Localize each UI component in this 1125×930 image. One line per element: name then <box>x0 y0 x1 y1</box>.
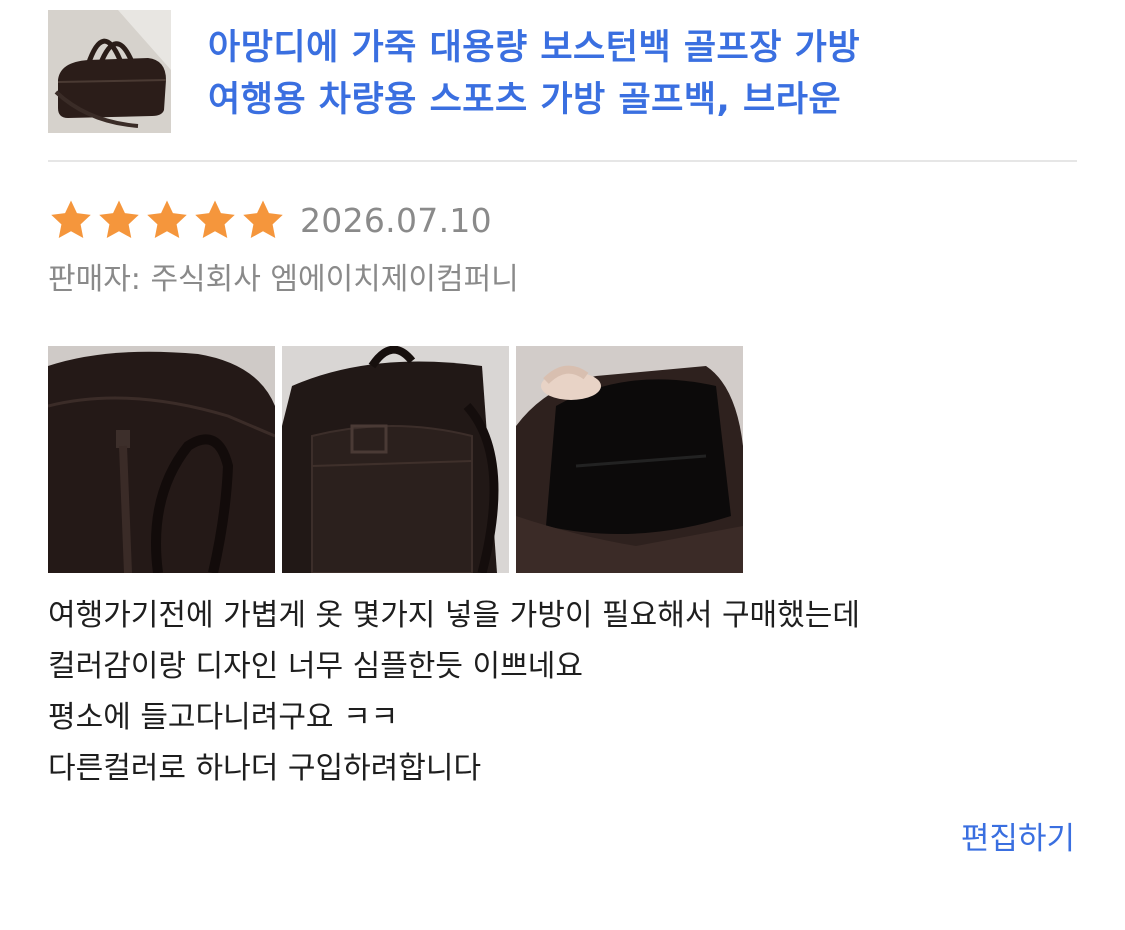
header-divider <box>48 160 1077 162</box>
rating-row: 2026.07.10 <box>48 192 492 248</box>
review-photo-3[interactable] <box>516 346 743 573</box>
product-header: 아망디에 가죽 대용량 보스턴백 골프장 가방 여행용 차량용 스포츠 가방 골… <box>48 10 1077 134</box>
seller-info: 판매자: 주식회사 엠에이치제이컴퍼니 <box>48 262 519 297</box>
star-icon <box>195 200 235 239</box>
product-title-line1: 아망디에 가죽 대용량 보스턴백 골프장 가방 <box>208 28 861 68</box>
review-photos <box>48 346 743 573</box>
star-icon <box>147 200 187 239</box>
review-line: 컬러감이랑 디자인 너무 심플한듯 이쁘네요 <box>48 649 583 684</box>
review-line: 여행가기전에 가볍게 옷 몇가지 넣을 가방이 필요해서 구매했는데 <box>48 598 860 633</box>
review-photo-1[interactable] <box>48 346 275 573</box>
bag-interior-photo-icon <box>516 346 743 573</box>
bag-front-photo-icon <box>48 346 275 573</box>
review-text: 여행가기전에 가볍게 옷 몇가지 넣을 가방이 필요해서 구매했는데컬러감이랑 … <box>48 590 1068 794</box>
product-thumbnail[interactable] <box>48 10 171 133</box>
star-icon <box>243 200 283 239</box>
star-icon <box>51 200 91 239</box>
review-date: 2026.07.10 <box>300 200 492 240</box>
bag-side-photo-icon <box>282 346 509 573</box>
duffel-bag-icon <box>48 10 171 133</box>
review-photo-2[interactable] <box>282 346 509 573</box>
review-line: 다른컬러로 하나더 구입하려합니다 <box>48 751 482 786</box>
product-title[interactable]: 아망디에 가죽 대용량 보스턴백 골프장 가방 여행용 차량용 스포츠 가방 골… <box>208 22 1068 126</box>
star-rating <box>48 197 286 243</box>
product-title-line2: 여행용 차량용 스포츠 가방 골프백, 브라운 <box>208 80 842 120</box>
star-icon <box>99 200 139 239</box>
edit-button[interactable]: 편집하기 <box>961 814 1075 864</box>
review-line: 평소에 들고다니려구요 ㅋㅋ <box>48 700 399 735</box>
